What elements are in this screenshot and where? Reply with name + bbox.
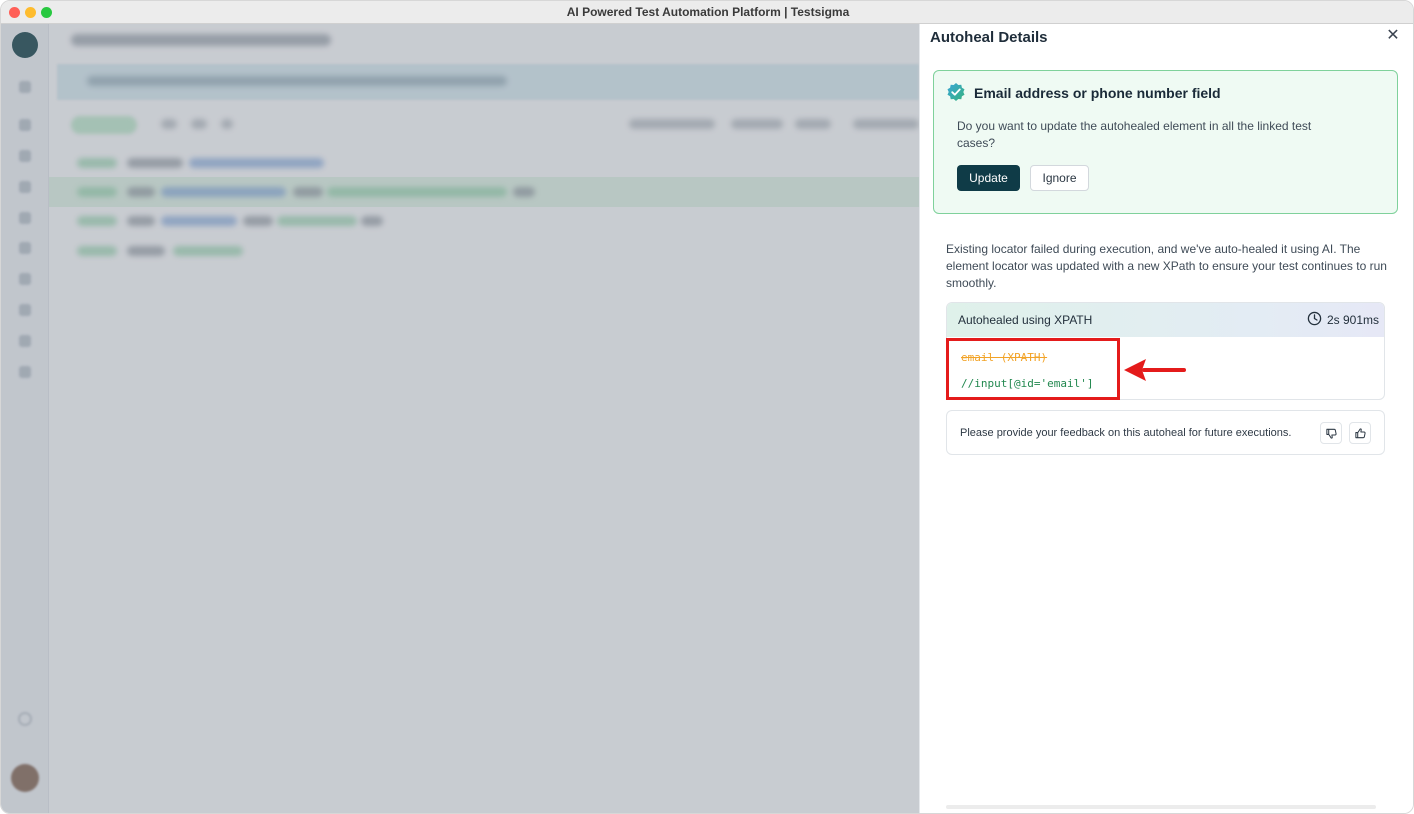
xpath-card: Autohealed using XPATH 2s 901ms email (X… [946, 302, 1385, 400]
old-locator: email (XPATH) [961, 351, 1048, 364]
thumbs-down-button[interactable] [1320, 422, 1342, 444]
thumbs-down-icon [1326, 428, 1337, 439]
close-icon[interactable]: ✕ [1384, 26, 1402, 44]
new-locator: //input[@id='email'] [961, 377, 1094, 390]
healed-element-card: Email address or phone number field Do y… [933, 70, 1398, 214]
update-question: Do you want to update the autohealed ele… [957, 119, 1312, 150]
panel-header: Autoheal Details ✕ [920, 24, 1413, 57]
ignore-button[interactable]: Ignore [1030, 165, 1089, 191]
app-window: AI Powered Test Automation Platform | Te… [0, 0, 1414, 814]
heal-duration: 2s 901ms [1327, 313, 1380, 327]
thumbs-up-icon [1355, 428, 1366, 439]
window-title: AI Powered Test Automation Platform | Te… [566, 5, 850, 19]
thumbs-up-button[interactable] [1349, 422, 1371, 444]
xpath-heading: Autohealed using XPATH [958, 313, 1093, 327]
modal-overlay[interactable] [1, 24, 919, 813]
xpath-card-header: Autohealed using XPATH 2s 901ms [947, 303, 1384, 337]
clock-icon [1307, 311, 1322, 326]
horizontal-scrollbar[interactable] [946, 805, 1376, 809]
autoheal-details-panel: Autoheal Details ✕ Email address or phon… [919, 24, 1413, 813]
verified-badge-icon [947, 83, 965, 101]
feedback-text: Please provide your feedback on this aut… [960, 427, 1292, 439]
panel-title: Autoheal Details [930, 29, 1048, 46]
update-button[interactable]: Update [957, 165, 1020, 191]
annotation-arrow-icon [1124, 359, 1186, 381]
title-bar: AI Powered Test Automation Platform | Te… [1, 1, 1413, 24]
autoheal-description: Existing locator failed during execution… [946, 242, 1387, 290]
element-name: Email address or phone number field [974, 85, 1221, 101]
feedback-box: Please provide your feedback on this aut… [946, 410, 1385, 455]
